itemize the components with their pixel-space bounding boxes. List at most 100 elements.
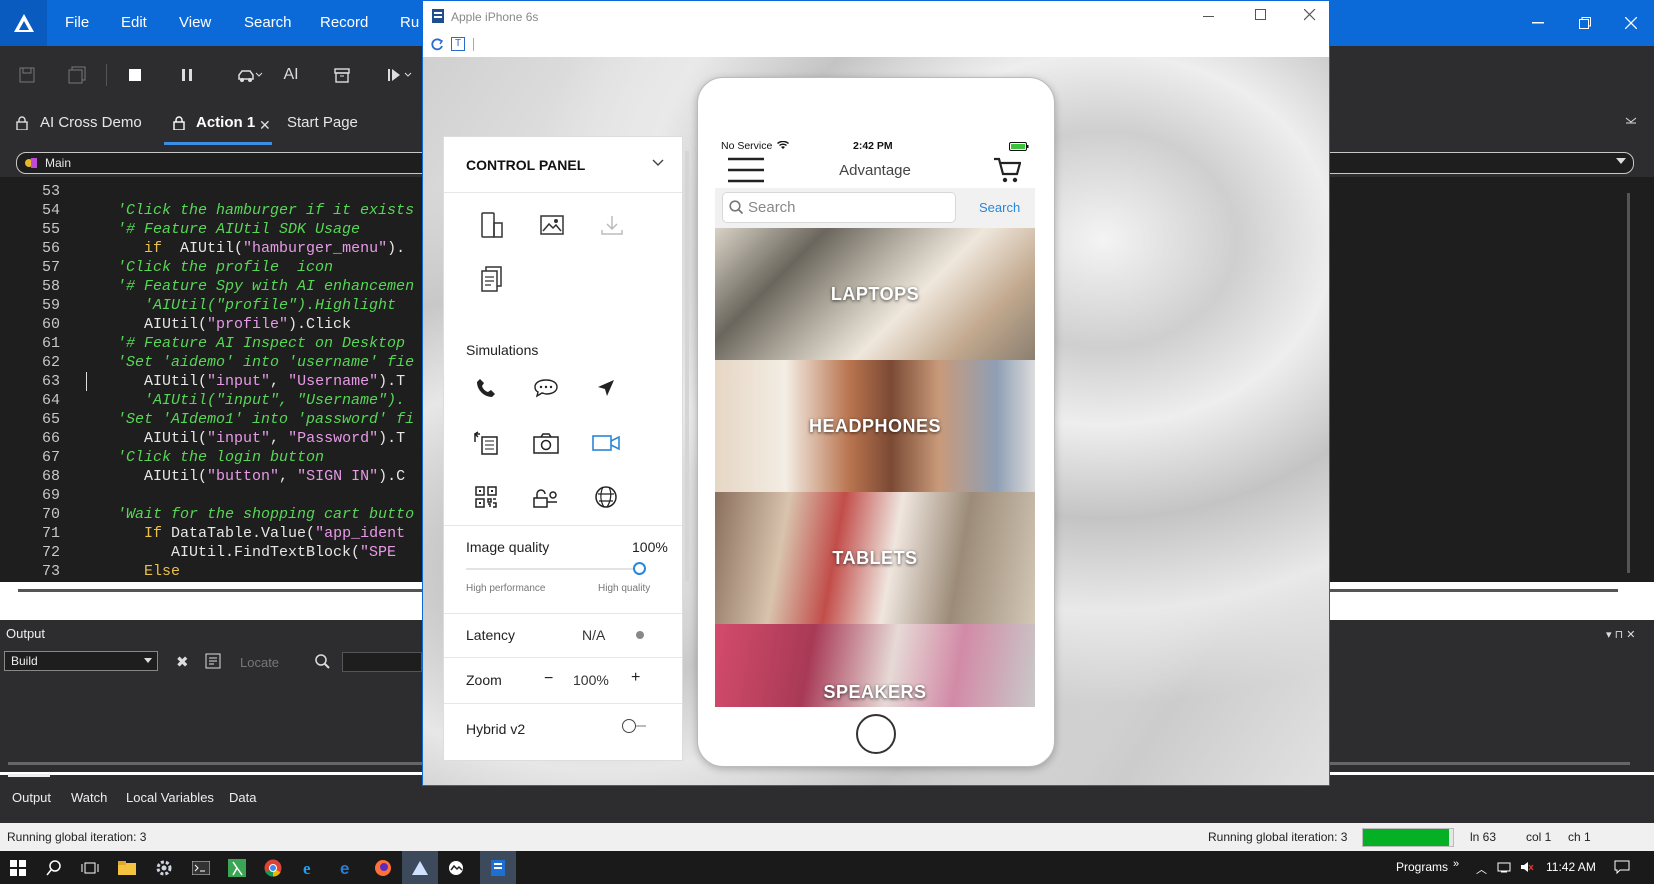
tab-output[interactable]: Output bbox=[12, 790, 51, 805]
shopping-cart-icon[interactable] bbox=[993, 156, 1021, 184]
video-camera-icon[interactable] bbox=[586, 423, 626, 463]
tabs-overflow-icon[interactable] bbox=[1625, 116, 1637, 126]
menu-view[interactable]: View bbox=[179, 0, 211, 46]
taskbar-programs-label[interactable]: Programs bbox=[1396, 860, 1448, 874]
search-icon[interactable] bbox=[36, 851, 72, 884]
search-button[interactable]: Search bbox=[979, 200, 1020, 215]
control-panel-scrollbar[interactable] bbox=[685, 151, 689, 581]
clock[interactable]: 11:42 AM bbox=[1546, 860, 1596, 874]
zoom-value: 100% bbox=[573, 672, 609, 688]
tray-expand-icon[interactable]: ︿ bbox=[1476, 861, 1487, 877]
minimize-icon[interactable] bbox=[1203, 9, 1215, 23]
device-logs-icon[interactable] bbox=[472, 259, 512, 299]
notification-icon[interactable] bbox=[1614, 860, 1630, 874]
image-quality-slider-thumb[interactable] bbox=[633, 562, 646, 575]
chrome-icon[interactable] bbox=[255, 851, 291, 884]
close-icon[interactable] bbox=[1304, 9, 1316, 21]
code-token: DataTable.Value( bbox=[162, 525, 316, 542]
wrap-icon[interactable] bbox=[205, 653, 221, 669]
phone-screen[interactable]: No Service 2:42 PM Advantage Search Sear… bbox=[715, 136, 1035, 707]
biometric-auth-icon[interactable] bbox=[526, 477, 566, 517]
refresh-icon[interactable] bbox=[430, 37, 444, 51]
firefox-icon[interactable] bbox=[365, 851, 401, 884]
category-speakers[interactable]: SPEAKERS bbox=[715, 624, 1035, 707]
network-icon[interactable] bbox=[1497, 861, 1511, 873]
output-search-input[interactable] bbox=[342, 652, 422, 672]
phone-call-icon[interactable] bbox=[466, 368, 506, 408]
locate-button[interactable]: Locate bbox=[240, 655, 279, 670]
panel-controls-icon[interactable]: ▾ ⊓ ✕ bbox=[1606, 628, 1635, 641]
category-tablets[interactable]: TABLETS bbox=[715, 492, 1035, 624]
task-view-icon[interactable] bbox=[72, 851, 108, 884]
mobile-center-icon[interactable] bbox=[480, 851, 516, 884]
tab-start-page[interactable]: Start Page bbox=[287, 101, 358, 145]
text-recognition-icon[interactable]: T bbox=[451, 37, 465, 51]
run-from-step-icon[interactable] bbox=[383, 60, 419, 90]
stop-icon[interactable] bbox=[120, 60, 150, 90]
archive-icon[interactable] bbox=[327, 60, 357, 90]
code-token: AIUtil( bbox=[144, 373, 208, 390]
command-prompt-icon[interactable] bbox=[183, 851, 219, 884]
hybrid-toggle[interactable] bbox=[622, 719, 636, 733]
save-icon[interactable] bbox=[12, 60, 42, 90]
home-button[interactable] bbox=[856, 714, 896, 754]
menu-search[interactable]: Search bbox=[244, 0, 292, 46]
zoom-in-button[interactable]: + bbox=[631, 669, 640, 687]
line-number: 53 bbox=[41, 183, 60, 200]
output-source-select[interactable]: Build bbox=[4, 651, 158, 671]
record-mode-icon[interactable] bbox=[230, 60, 270, 90]
collapse-chevron-icon[interactable] bbox=[652, 159, 664, 167]
line-number: 67 bbox=[41, 449, 60, 466]
tab-action-1[interactable]: Action 1 bbox=[196, 101, 255, 145]
app-icon[interactable] bbox=[438, 851, 474, 884]
settings-icon[interactable] bbox=[146, 851, 182, 884]
image-injection-icon[interactable] bbox=[532, 205, 572, 245]
location-icon[interactable] bbox=[586, 368, 626, 408]
zoom-out-button[interactable]: − bbox=[544, 670, 553, 688]
code-area[interactable]: 'Click the hamburger if it exists '# Fea… bbox=[90, 182, 430, 581]
save-all-icon[interactable] bbox=[62, 60, 92, 90]
app-logo-icon[interactable] bbox=[0, 0, 47, 46]
minimize-icon[interactable] bbox=[1515, 0, 1561, 46]
windows-start-icon[interactable] bbox=[0, 851, 36, 884]
app-switch-icon[interactable] bbox=[466, 423, 506, 463]
camera-icon[interactable] bbox=[526, 423, 566, 463]
clear-output-icon[interactable]: ✖ bbox=[176, 653, 189, 671]
qr-code-icon[interactable] bbox=[466, 477, 506, 517]
menu-file[interactable]: File bbox=[65, 0, 89, 46]
image-quality-slider[interactable] bbox=[466, 568, 640, 570]
chevron-down-icon[interactable] bbox=[1616, 158, 1626, 164]
menu-edit[interactable]: Edit bbox=[121, 0, 147, 46]
category-laptops[interactable]: LAPTOPS bbox=[715, 228, 1035, 360]
category-headphones[interactable]: HEADPHONES bbox=[715, 360, 1035, 492]
volume-muted-icon[interactable] bbox=[1520, 861, 1534, 873]
menu-record[interactable]: Record bbox=[320, 0, 368, 46]
close-icon[interactable] bbox=[1608, 0, 1654, 46]
chevron-down-icon[interactable] bbox=[144, 658, 152, 663]
restore-icon[interactable] bbox=[1562, 0, 1608, 46]
search-icon[interactable] bbox=[314, 653, 330, 669]
pause-icon[interactable] bbox=[172, 60, 202, 90]
maximize-icon[interactable] bbox=[1255, 9, 1267, 21]
network-virtualization-icon[interactable] bbox=[586, 477, 626, 517]
chevron-up-icon[interactable]: » bbox=[1453, 858, 1459, 870]
device-orientation-icon[interactable] bbox=[472, 205, 512, 245]
ai-button[interactable]: AI bbox=[276, 60, 306, 90]
close-tab-icon[interactable]: ✕ bbox=[259, 117, 271, 134]
line-number: 66 bbox=[41, 430, 60, 447]
sms-icon[interactable] bbox=[526, 368, 566, 408]
tab-watch[interactable]: Watch bbox=[71, 790, 107, 805]
lambda-app-icon[interactable] bbox=[219, 851, 255, 884]
tab-ai-cross-demo[interactable]: AI Cross Demo bbox=[40, 101, 142, 145]
internet-explorer-icon[interactable]: e bbox=[292, 851, 328, 884]
edge-icon[interactable]: e bbox=[329, 851, 365, 884]
menu-run[interactable]: Ru bbox=[400, 0, 419, 46]
tab-local-variables[interactable]: Local Variables bbox=[126, 790, 214, 805]
vertical-scrollbar[interactable] bbox=[1627, 193, 1630, 573]
uft-app-icon[interactable] bbox=[402, 851, 438, 884]
device-window[interactable]: Apple iPhone 6s T CONTROL PANEL Simulati… bbox=[422, 0, 1330, 786]
tab-data[interactable]: Data bbox=[229, 790, 256, 805]
file-explorer-icon[interactable] bbox=[109, 851, 145, 884]
